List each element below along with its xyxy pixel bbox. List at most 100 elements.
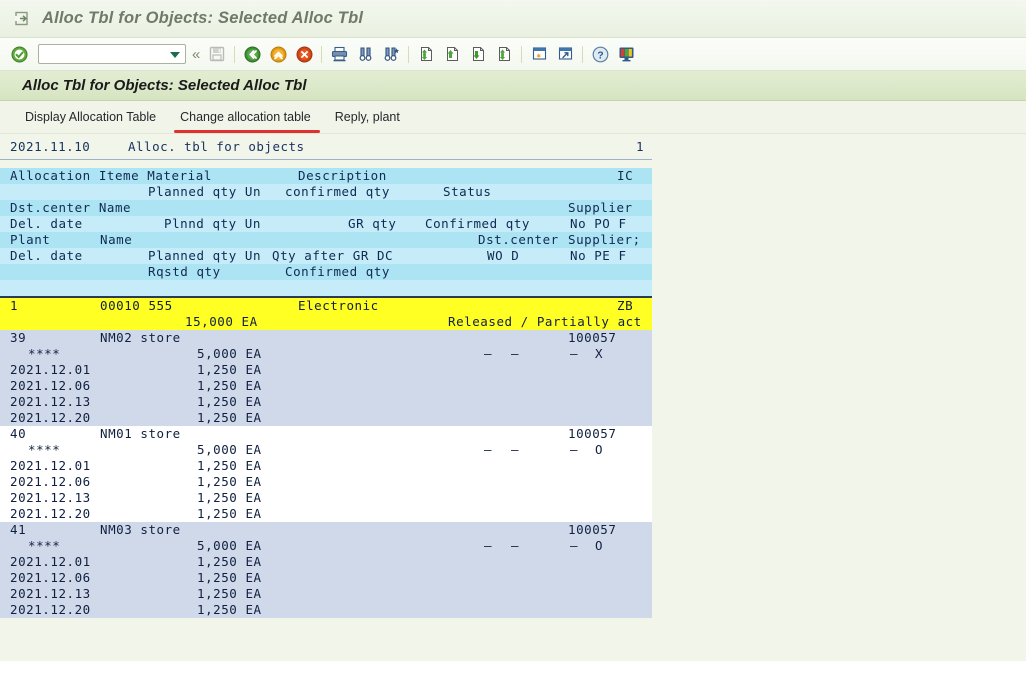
report-data-cell: X bbox=[595, 346, 604, 361]
window-title-text: Alloc Tbl for Objects: Selected Alloc Tb… bbox=[42, 9, 364, 27]
report-header-row: Del. date Planned qty Un Qty after GR DC WO… bbox=[0, 248, 652, 264]
report-data-cell: – bbox=[484, 346, 493, 361]
report-data-cell: 1,250 EA bbox=[197, 410, 262, 425]
report-data-cell: 1,250 EA bbox=[197, 554, 262, 569]
report-data-cell: – bbox=[511, 538, 520, 553]
report-data-row[interactable]: 2021.12.01 1,250 EA bbox=[0, 362, 652, 378]
report-data-row[interactable]: 2021.12.13 1,250 EA bbox=[0, 394, 652, 410]
report-data-cell: **** bbox=[28, 538, 61, 553]
report-header-cell: confirmed qty bbox=[285, 184, 390, 199]
report-header-cell: Status bbox=[443, 184, 492, 199]
report-data-row[interactable]: 2021.12.06 1,250 EA bbox=[0, 378, 652, 394]
report-data-cell: NM01 store bbox=[100, 426, 181, 441]
report-data-row[interactable]: 40 NM01 store 100057 bbox=[0, 426, 652, 442]
report-data-row[interactable]: 39 NM02 store 100057 bbox=[0, 330, 652, 346]
report-header-cell: Del. date bbox=[10, 216, 83, 231]
toolbar-separator bbox=[321, 45, 323, 63]
create-session-icon[interactable] bbox=[527, 42, 551, 66]
report-header-cell: Planned qty Un bbox=[148, 248, 262, 263]
report-data-row[interactable]: 1 00010 555 Electronic ZB bbox=[0, 298, 652, 314]
report-data-row[interactable]: 2021.12.20 1,250 EA bbox=[0, 602, 652, 618]
window-title-bar: Alloc Tbl for Objects: Selected Alloc Tb… bbox=[0, 0, 1026, 38]
report-data-rows: 1 00010 555 Electronic ZB 15,000 EA Released … bbox=[0, 298, 652, 618]
report-data-cell: 2021.12.13 bbox=[10, 394, 91, 409]
report-data-row[interactable]: 2021.12.01 1,250 EA bbox=[0, 458, 652, 474]
report-header-row bbox=[0, 280, 652, 296]
back-icon[interactable] bbox=[240, 42, 264, 66]
report-data-cell: 5,000 EA bbox=[197, 346, 262, 361]
report-data-cell: O bbox=[595, 442, 604, 457]
report-data-cell: 2021.12.06 bbox=[10, 570, 91, 585]
save-icon[interactable] bbox=[205, 42, 229, 66]
command-field[interactable] bbox=[38, 44, 186, 64]
report-data-cell: 100057 bbox=[568, 330, 617, 345]
report-data-cell: 2021.12.20 bbox=[10, 506, 91, 521]
print-icon[interactable] bbox=[327, 42, 351, 66]
toolbar-separator bbox=[408, 45, 410, 63]
next-page-icon[interactable] bbox=[466, 42, 490, 66]
report-data-cell: 1,250 EA bbox=[197, 602, 262, 617]
report-subtitle: Alloc. tbl for objects bbox=[128, 139, 305, 154]
report-date: 2021.11.10 bbox=[10, 139, 91, 154]
report-data-row[interactable]: 15,000 EA Released / Partially act bbox=[0, 314, 652, 330]
report-data-cell: 2021.12.06 bbox=[10, 378, 91, 393]
last-page-icon[interactable] bbox=[492, 42, 516, 66]
report-header-cell: Allocation Iteme Material bbox=[10, 168, 212, 183]
page-title: Alloc Tbl for Objects: Selected Alloc Tb… bbox=[22, 77, 307, 94]
report-data-cell: **** bbox=[28, 442, 61, 457]
report-header-row: Del. date Plnnd qty Un GR qty Confirmed qty… bbox=[0, 216, 652, 232]
report-data-cell: 100057 bbox=[568, 522, 617, 537]
report-header-cell: WO D bbox=[487, 248, 520, 263]
find-icon[interactable] bbox=[353, 42, 377, 66]
report-data-cell: 5,000 EA bbox=[197, 538, 262, 553]
report-data-cell: – bbox=[570, 442, 579, 457]
report-data-row[interactable]: 2021.12.20 1,250 EA bbox=[0, 410, 652, 426]
cancel-icon[interactable] bbox=[292, 42, 316, 66]
chevron-down-icon[interactable] bbox=[170, 52, 180, 58]
report-data-cell: ZB bbox=[617, 298, 634, 313]
exit-icon[interactable] bbox=[266, 42, 290, 66]
report-data-cell: – bbox=[570, 538, 579, 553]
report-data-row[interactable]: 2021.12.06 1,250 EA bbox=[0, 474, 652, 490]
report-header-cell: Supplier; bbox=[568, 232, 641, 247]
report-data-row[interactable]: 41 NM03 store 100057 bbox=[0, 522, 652, 538]
report-data-cell: NM03 store bbox=[100, 522, 181, 537]
report-header-row: Allocation Iteme Material Description IC bbox=[0, 168, 652, 184]
report-data-row[interactable]: 2021.12.20 1,250 EA bbox=[0, 506, 652, 522]
report-header-cell: Del. date bbox=[10, 248, 83, 263]
command-input[interactable] bbox=[39, 45, 161, 63]
report-data-row[interactable]: **** 5,000 EA – – – O bbox=[0, 442, 652, 458]
report-data-cell: 15,000 EA bbox=[185, 314, 258, 329]
action-button-0[interactable]: Display Allocation Table bbox=[24, 108, 157, 126]
first-page-icon[interactable] bbox=[414, 42, 438, 66]
create-shortcut-icon[interactable] bbox=[553, 42, 577, 66]
report-header-cell: IC bbox=[617, 168, 634, 183]
report-data-row[interactable]: **** 5,000 EA – – – X bbox=[0, 346, 652, 362]
green-check-enter-icon[interactable] bbox=[7, 42, 31, 66]
report-data-row[interactable]: 2021.12.06 1,250 EA bbox=[0, 570, 652, 586]
report-data-cell: NM02 store bbox=[100, 330, 181, 345]
report-data-cell: O bbox=[595, 538, 604, 553]
report-data-row[interactable]: 2021.12.13 1,250 EA bbox=[0, 586, 652, 602]
report-data-row[interactable]: 2021.12.13 1,250 EA bbox=[0, 490, 652, 506]
report-header-cell: Dst.center Name bbox=[10, 200, 132, 215]
report-data-cell: – bbox=[570, 346, 579, 361]
find-next-icon[interactable] bbox=[379, 42, 403, 66]
report-header-cell: Name bbox=[100, 232, 133, 247]
report-data-cell: 1,250 EA bbox=[197, 394, 262, 409]
report-data-row[interactable]: 2021.12.01 1,250 EA bbox=[0, 554, 652, 570]
report-data-row[interactable]: **** 5,000 EA – – – O bbox=[0, 538, 652, 554]
previous-page-icon[interactable] bbox=[440, 42, 464, 66]
back-chevrons-icon[interactable]: « bbox=[192, 47, 200, 62]
report-data-cell: 100057 bbox=[568, 426, 617, 441]
report-data-cell: 00010 555 bbox=[100, 298, 173, 313]
action-button-2[interactable]: Reply, plant bbox=[334, 108, 401, 126]
report-data-cell: 1,250 EA bbox=[197, 490, 262, 505]
help-icon[interactable]: ? bbox=[588, 42, 612, 66]
report-data-cell: **** bbox=[28, 346, 61, 361]
report-data-cell: 1,250 EA bbox=[197, 506, 262, 521]
document-arrow-icon bbox=[12, 10, 32, 28]
customize-layout-icon[interactable] bbox=[614, 42, 638, 66]
action-button-1[interactable]: Change allocation table bbox=[174, 108, 320, 133]
report-header-cell: Confirmed qty bbox=[425, 216, 530, 231]
